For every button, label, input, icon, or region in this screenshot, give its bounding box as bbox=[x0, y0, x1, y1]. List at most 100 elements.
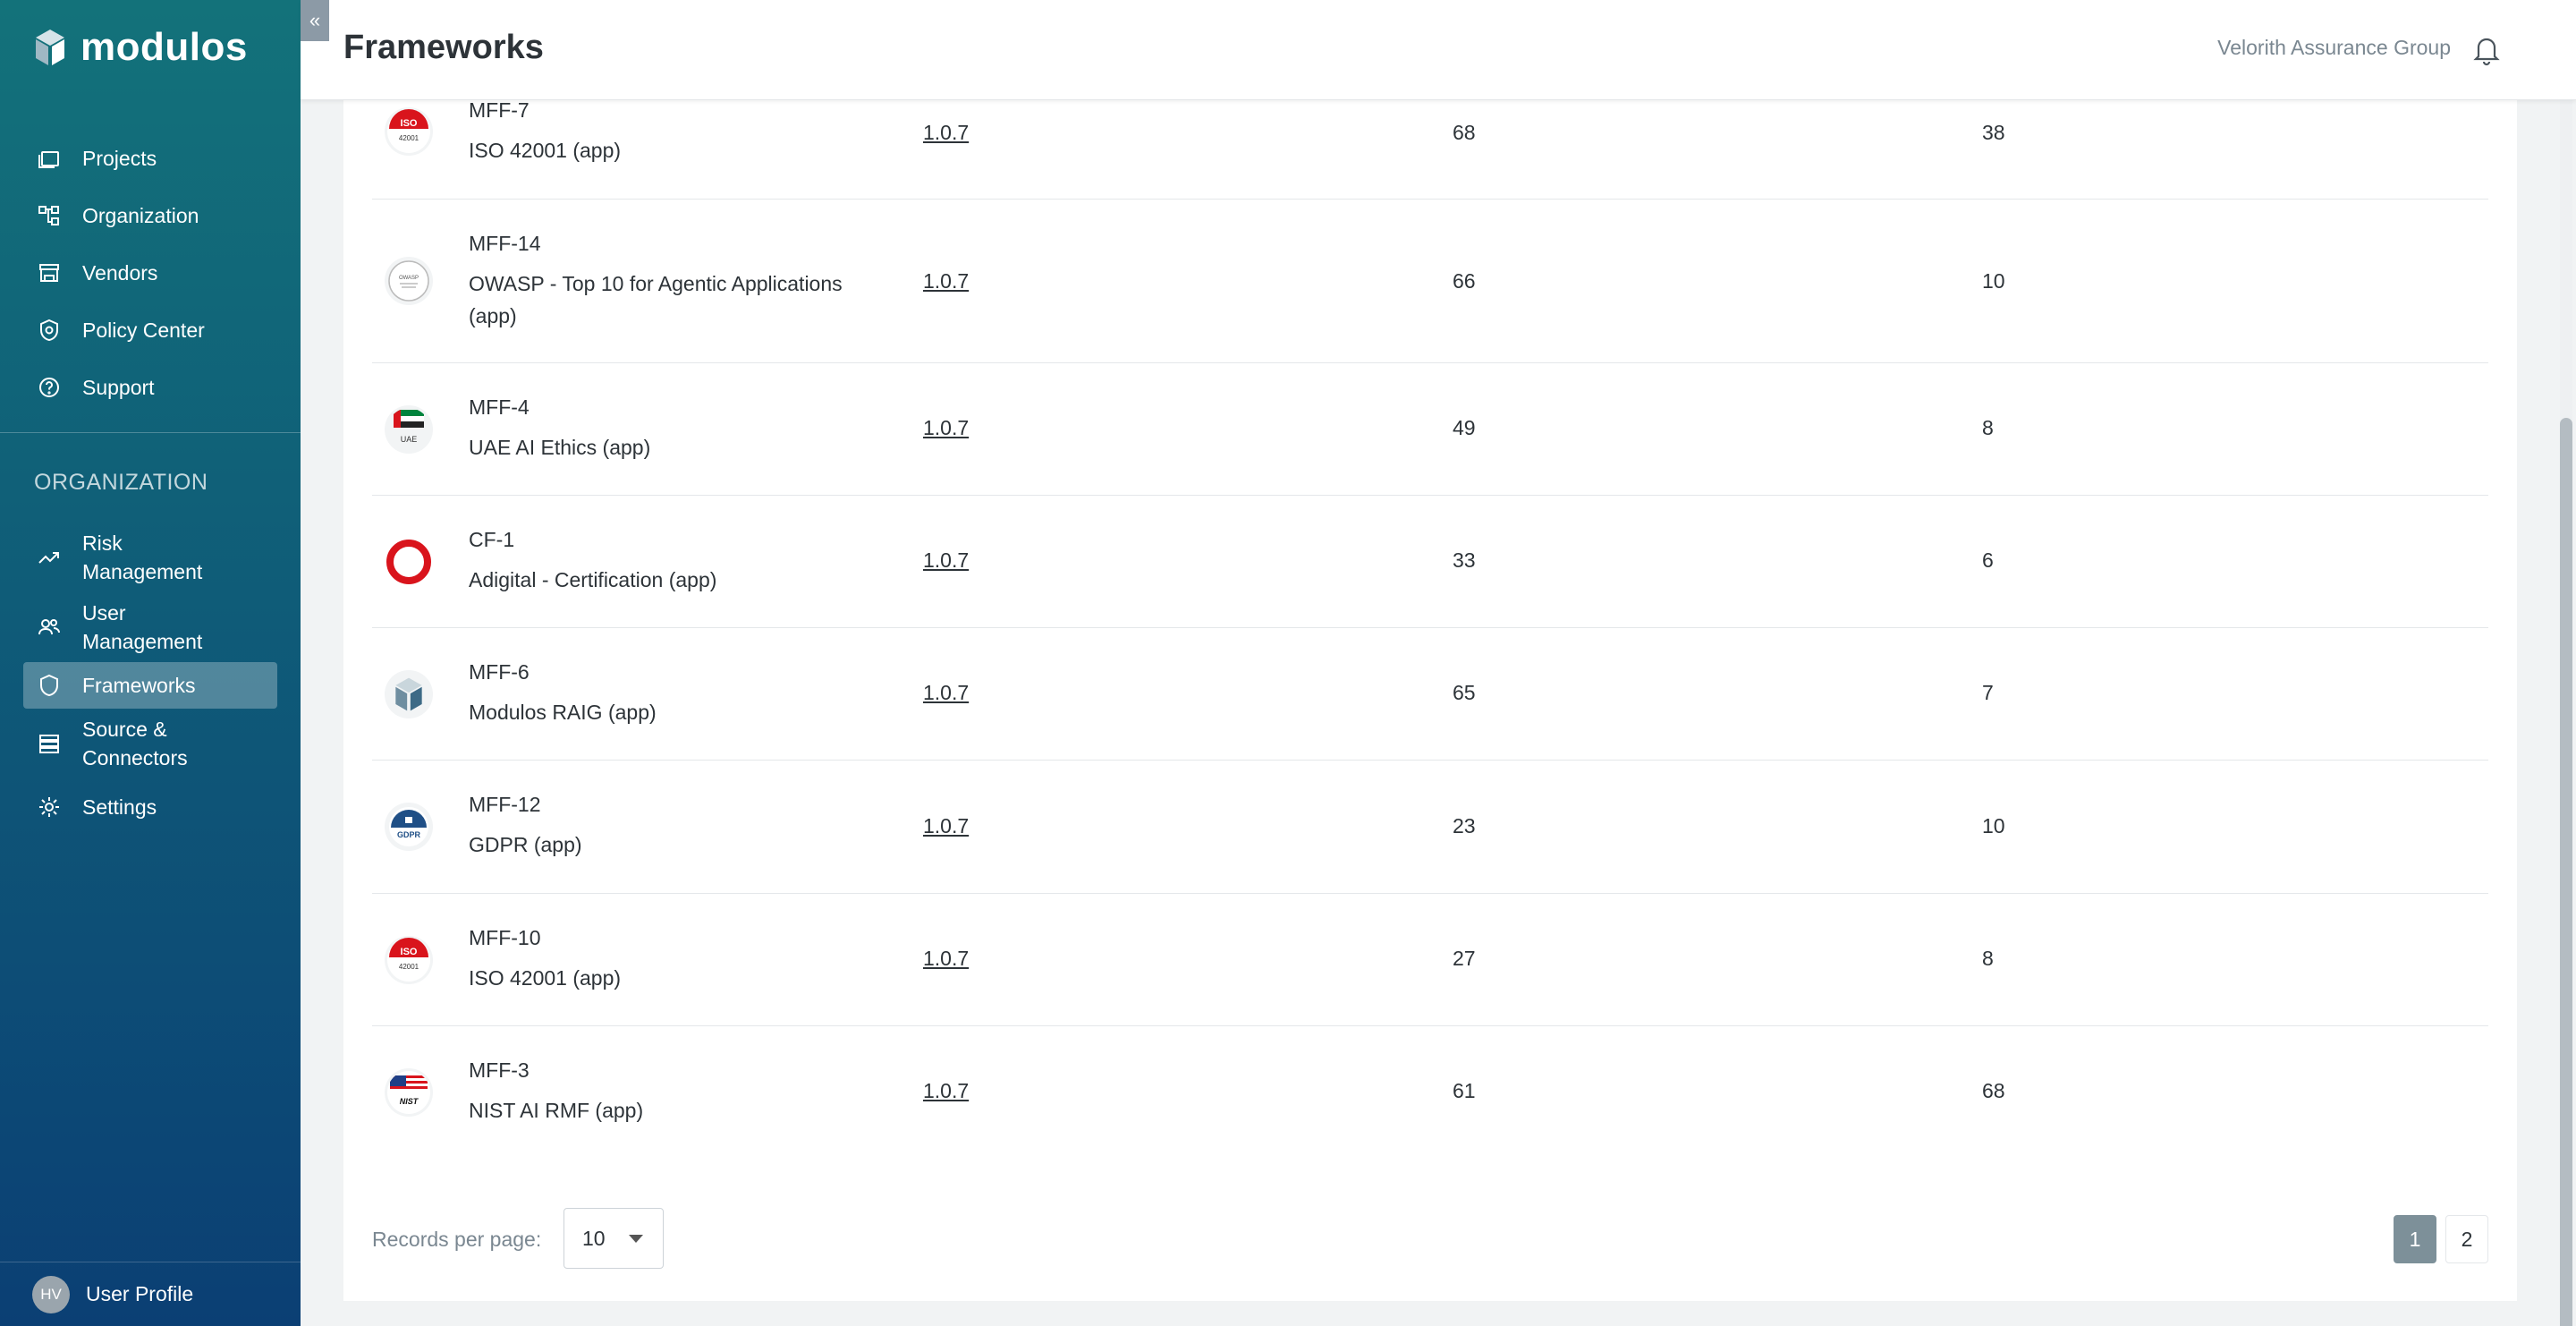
framework-code: MFF-12 bbox=[469, 793, 541, 816]
help-circle-icon bbox=[36, 374, 63, 401]
count-cell: 33 bbox=[1453, 548, 1476, 572]
modulos-logo-icon bbox=[385, 670, 433, 718]
page-button-2[interactable]: 2 bbox=[2445, 1215, 2488, 1263]
version-link[interactable]: 1.0.7 bbox=[923, 1079, 969, 1103]
org-name[interactable]: Velorith Assurance Group bbox=[2217, 36, 2451, 60]
svg-text:ISO: ISO bbox=[401, 118, 418, 129]
nav-source-connectors[interactable]: Source & Connectors bbox=[0, 709, 301, 778]
nav-label: Source & Connectors bbox=[82, 718, 188, 769]
iso-logo-icon: ISO 42001 bbox=[385, 107, 433, 156]
version-link[interactable]: 1.0.7 bbox=[923, 947, 969, 971]
svg-text:ISO: ISO bbox=[401, 947, 418, 957]
framework-name: ISO 42001 (app) bbox=[469, 966, 622, 990]
framework-name: Modulos RAIG (app) bbox=[469, 701, 657, 724]
nist-flag-icon: NIST bbox=[385, 1068, 433, 1117]
page-scrollbar[interactable] bbox=[2560, 100, 2572, 1326]
iso-logo-icon: ISO 42001 bbox=[385, 936, 433, 984]
user-profile[interactable]: HV User Profile bbox=[0, 1262, 301, 1326]
nav-vendors[interactable]: Vendors bbox=[0, 244, 301, 302]
count-cell: 68 bbox=[1453, 121, 1476, 144]
gdpr-logo-icon: GDPR bbox=[385, 803, 433, 851]
version-link[interactable]: 1.0.7 bbox=[923, 269, 969, 293]
nav-risk-management[interactable]: Risk Management bbox=[0, 523, 301, 592]
brand-name: modulos bbox=[80, 25, 248, 69]
shield-gear-icon bbox=[36, 317, 63, 344]
page-title: Frameworks bbox=[343, 29, 544, 66]
table-row[interactable]: GDPR MFF-12 GDPR (app) 1.0.7 23 10 bbox=[372, 761, 2488, 894]
records-per-page-select[interactable]: 10 bbox=[564, 1208, 664, 1269]
count-cell: 10 bbox=[1982, 814, 2005, 837]
table-row[interactable]: NIST MFF-3 NIST AI RMF (app) 1.0.7 61 68 bbox=[372, 1026, 2488, 1160]
nav-label: User Management bbox=[82, 601, 203, 653]
framework-code: MFF-10 bbox=[469, 926, 541, 949]
framework-code: MFF-6 bbox=[469, 660, 530, 684]
framework-code: MFF-14 bbox=[469, 232, 541, 255]
count-cell: 8 bbox=[1982, 947, 1994, 970]
count-cell: 66 bbox=[1453, 269, 1476, 293]
svg-text:42001: 42001 bbox=[399, 963, 419, 971]
table-row[interactable]: MFF-6 Modulos RAIG (app) 1.0.7 65 7 bbox=[372, 628, 2488, 761]
svg-text:UAE: UAE bbox=[401, 435, 418, 444]
page-button-1[interactable]: 1 bbox=[2394, 1215, 2436, 1263]
nav-label: Policy Center bbox=[82, 318, 205, 342]
nav-frameworks[interactable]: Frameworks bbox=[23, 662, 277, 709]
trend-icon bbox=[36, 544, 63, 571]
version-link[interactable]: 1.0.7 bbox=[923, 681, 969, 705]
version-link[interactable]: 1.0.7 bbox=[923, 121, 969, 145]
profile-label: User Profile bbox=[86, 1282, 194, 1305]
frameworks-card: ISO 42001 MFF-7 ISO 42001 (app) 1.0.7 68… bbox=[343, 54, 2517, 1301]
count-cell: 8 bbox=[1982, 416, 1994, 439]
sidebar-divider bbox=[0, 432, 301, 433]
svg-text:OWASP: OWASP bbox=[399, 276, 419, 281]
table-row[interactable]: ISO 42001 MFF-10 ISO 42001 (app) 1.0.7 2… bbox=[372, 894, 2488, 1026]
version-link[interactable]: 1.0.7 bbox=[923, 814, 969, 838]
nav-organization[interactable]: Organization bbox=[0, 187, 301, 244]
framework-name: UAE AI Ethics (app) bbox=[469, 436, 651, 459]
version-link[interactable]: 1.0.7 bbox=[923, 416, 969, 440]
avatar: HV bbox=[32, 1275, 70, 1313]
main-nav: Projects Organization Vendors Policy Cen… bbox=[0, 130, 301, 416]
count-cell: 49 bbox=[1453, 416, 1476, 439]
owasp-logo-icon: OWASP bbox=[385, 257, 433, 305]
scrollbar-thumb[interactable] bbox=[2560, 418, 2572, 1326]
brand[interactable]: modulos bbox=[32, 25, 248, 70]
table-row[interactable]: UAE MFF-4 UAE AI Ethics (app) 1.0.7 49 8 bbox=[372, 363, 2488, 496]
ring-logo-icon bbox=[385, 538, 433, 586]
nav-user-management[interactable]: User Management bbox=[0, 592, 301, 662]
nav-policy-center[interactable]: Policy Center bbox=[0, 302, 301, 359]
nav-label: Risk Management bbox=[82, 531, 203, 583]
nav-label: Organization bbox=[82, 203, 199, 227]
svg-text:GDPR: GDPR bbox=[397, 830, 421, 839]
count-cell: 6 bbox=[1982, 548, 1994, 572]
framework-code: CF-1 bbox=[469, 528, 515, 551]
nav-settings[interactable]: Settings bbox=[0, 778, 301, 836]
framework-code: MFF-3 bbox=[469, 1058, 530, 1082]
framework-name: Adigital - Certification (app) bbox=[469, 568, 717, 591]
frameworks-table: ISO 42001 MFF-7 ISO 42001 (app) 1.0.7 68… bbox=[372, 54, 2488, 1160]
count-cell: 65 bbox=[1453, 681, 1476, 704]
shield-icon bbox=[36, 672, 63, 699]
count-cell: 27 bbox=[1453, 947, 1476, 970]
section-label: ORGANIZATION bbox=[34, 470, 208, 495]
gear-icon bbox=[36, 794, 63, 820]
framework-name: OWASP - Top 10 for Agentic Applications … bbox=[469, 272, 843, 327]
version-link[interactable]: 1.0.7 bbox=[923, 548, 969, 573]
nav-label: Projects bbox=[82, 146, 157, 170]
uae-flag-icon: UAE bbox=[385, 405, 433, 454]
count-cell: 61 bbox=[1453, 1079, 1476, 1102]
database-icon bbox=[36, 730, 63, 757]
framework-code: MFF-4 bbox=[469, 395, 530, 419]
count-cell: 68 bbox=[1982, 1079, 2005, 1102]
framework-name: NIST AI RMF (app) bbox=[469, 1099, 644, 1122]
nav-label: Support bbox=[82, 375, 155, 399]
table-row[interactable]: OWASP MFF-14 OWASP - Top 10 for Agentic … bbox=[372, 200, 2488, 363]
nav-label: Settings bbox=[82, 795, 157, 819]
nav-projects[interactable]: Projects bbox=[0, 130, 301, 187]
store-icon bbox=[36, 259, 63, 286]
collapse-sidebar-button[interactable]: « bbox=[301, 0, 329, 41]
nav-support[interactable]: Support bbox=[0, 359, 301, 416]
svg-text:42001: 42001 bbox=[399, 134, 419, 142]
folder-icon bbox=[36, 145, 63, 172]
table-row[interactable]: CF-1 Adigital - Certification (app) 1.0.… bbox=[372, 496, 2488, 628]
bell-icon[interactable] bbox=[2470, 32, 2503, 66]
